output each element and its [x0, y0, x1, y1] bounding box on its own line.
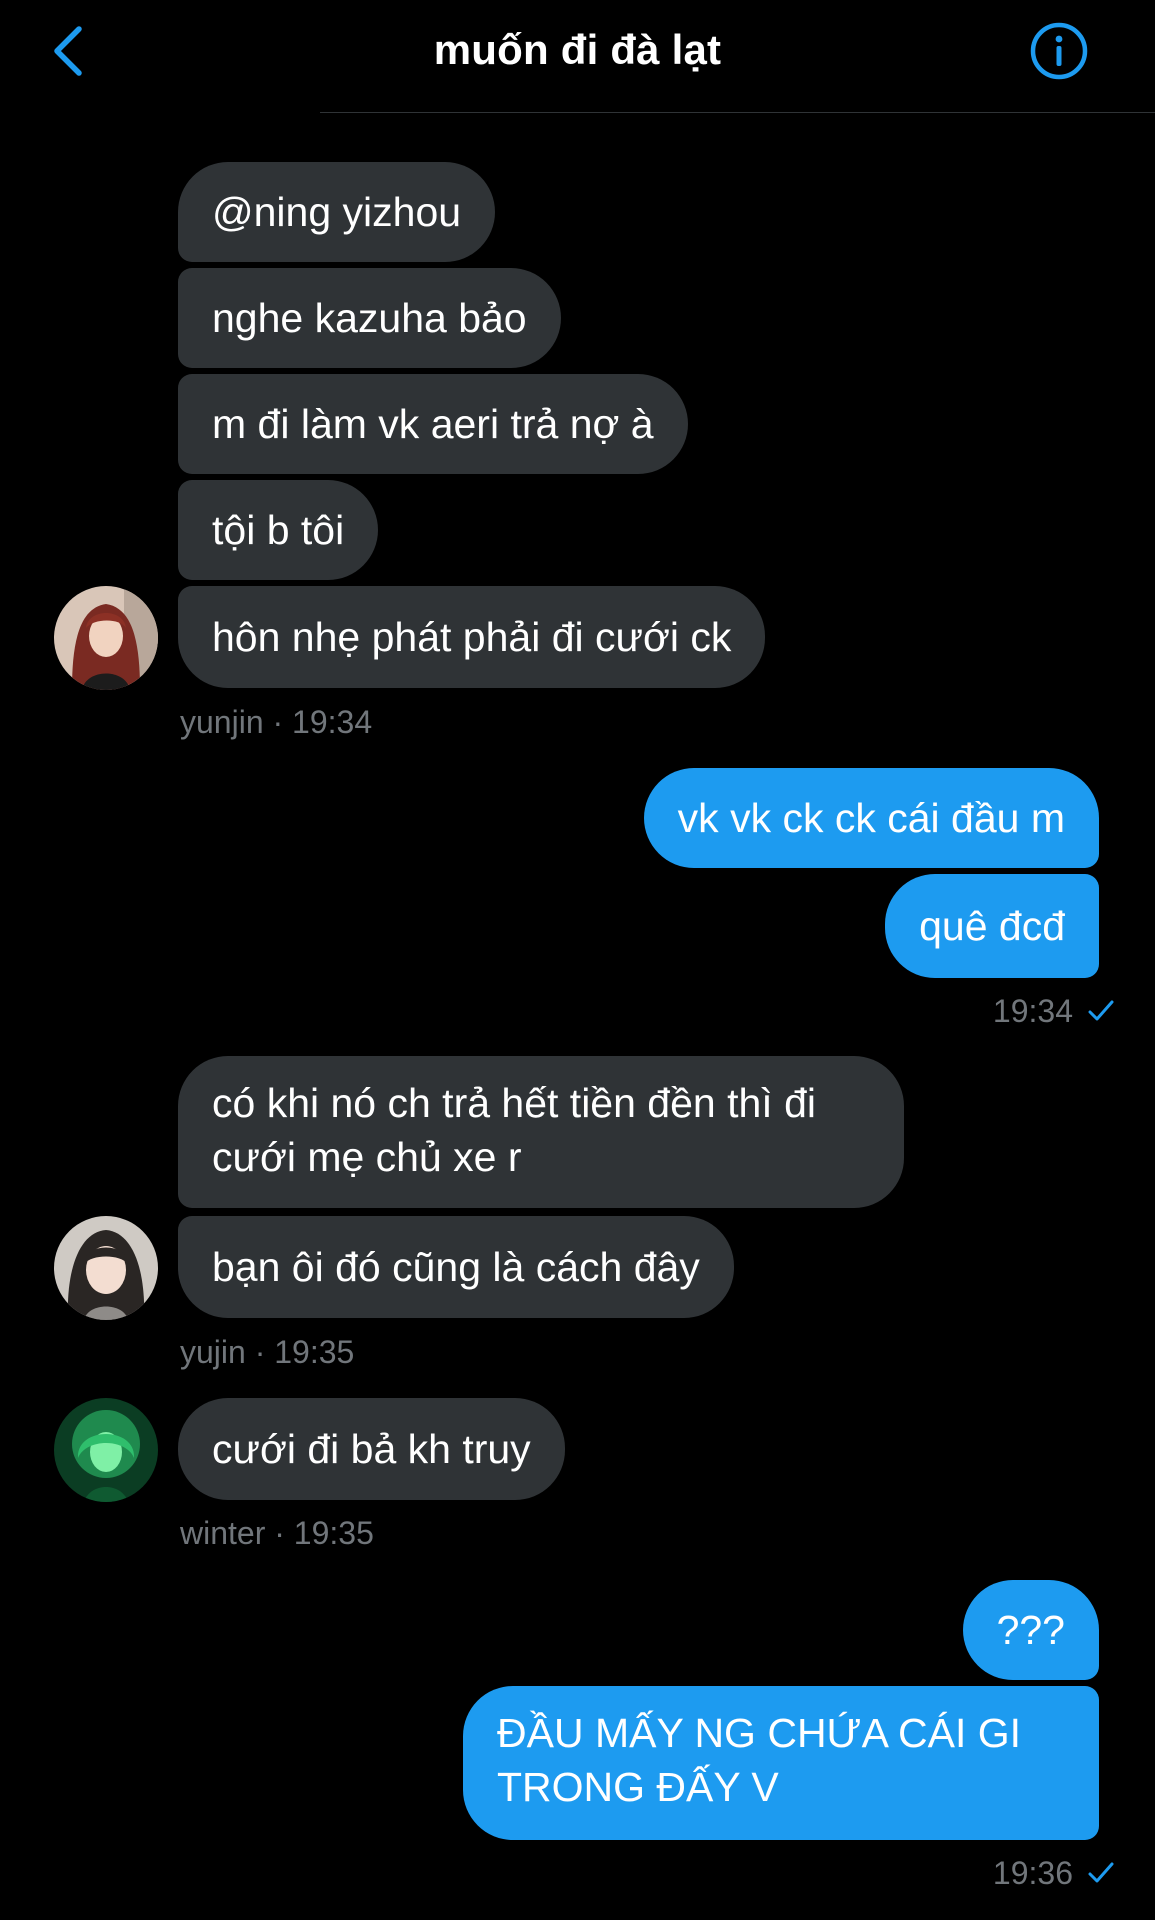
message-meta: 19:34	[993, 991, 1115, 1031]
message-bubble[interactable]: bạn ôi đó cũng là cách đây	[178, 1216, 734, 1318]
check-icon	[1088, 1000, 1114, 1021]
message-text: quê đcđ	[919, 903, 1065, 949]
message-text: vk vk ck ck cái đầu m	[677, 795, 1065, 841]
message-bubble[interactable]: vk vk ck ck cái đầu m	[643, 768, 1099, 868]
message-time: 19:34	[992, 993, 1073, 1029]
message-text: nghe kazuha bảo	[212, 295, 527, 341]
conversation-title[interactable]: muốn đi đà lạt	[0, 22, 1155, 78]
avatar-yunjin[interactable]	[54, 586, 158, 690]
message-text: cưới đi bả kh truy	[212, 1426, 531, 1472]
message-bubble[interactable]: quê đcđ	[885, 874, 1099, 978]
message-meta: 19:36	[993, 1853, 1115, 1893]
message-bubble[interactable]: @ning yizhou	[178, 162, 496, 262]
message-time: 19:36	[992, 1855, 1073, 1891]
avatar-yujin[interactable]	[54, 1216, 158, 1320]
message-bubble[interactable]: nghe kazuha bảo	[178, 268, 561, 368]
message-text: có khi nó ch trả hết tiền đền thì đi cướ…	[212, 1080, 816, 1180]
message-text: tội b tôi	[212, 507, 345, 553]
message-meta: yunjin · 19:34	[180, 704, 373, 740]
message-bubble[interactable]: tội b tôi	[178, 480, 379, 580]
message-bubble[interactable]: ĐẦU MẤY NG CHỨA CÁI GI TRONG ĐẤY V	[463, 1686, 1099, 1840]
header-divider	[320, 112, 1155, 113]
info-button[interactable]	[1030, 22, 1088, 80]
message-text: hôn nhẹ phát phải đi cưới ck	[212, 614, 732, 660]
check-icon	[1088, 1862, 1114, 1883]
info-icon	[1030, 22, 1088, 80]
message-bubble[interactable]: m đi làm vk aeri trả nợ à	[178, 374, 688, 474]
message-text: m đi làm vk aeri trả nợ à	[212, 401, 654, 447]
message-meta: yujin · 19:35	[180, 1334, 355, 1370]
message-text: ĐẦU MẤY NG CHỨA CÁI GI TRONG ĐẤY V	[497, 1710, 1022, 1810]
message-bubble[interactable]: ???	[962, 1580, 1099, 1680]
message-text: ???	[996, 1607, 1065, 1653]
conversation-header: muốn đi đà lạt	[0, 0, 1155, 113]
avatar-winter[interactable]	[54, 1398, 158, 1502]
message-meta: winter · 19:35	[180, 1515, 374, 1551]
message-text: bạn ôi đó cũng là cách đây	[212, 1244, 700, 1290]
message-text: @ning yizhou	[212, 189, 462, 235]
message-bubble[interactable]: hôn nhẹ phát phải đi cưới ck	[178, 586, 766, 688]
message-bubble[interactable]: cưới đi bả kh truy	[178, 1398, 565, 1500]
message-bubble[interactable]: có khi nó ch trả hết tiền đền thì đi cướ…	[178, 1056, 904, 1208]
